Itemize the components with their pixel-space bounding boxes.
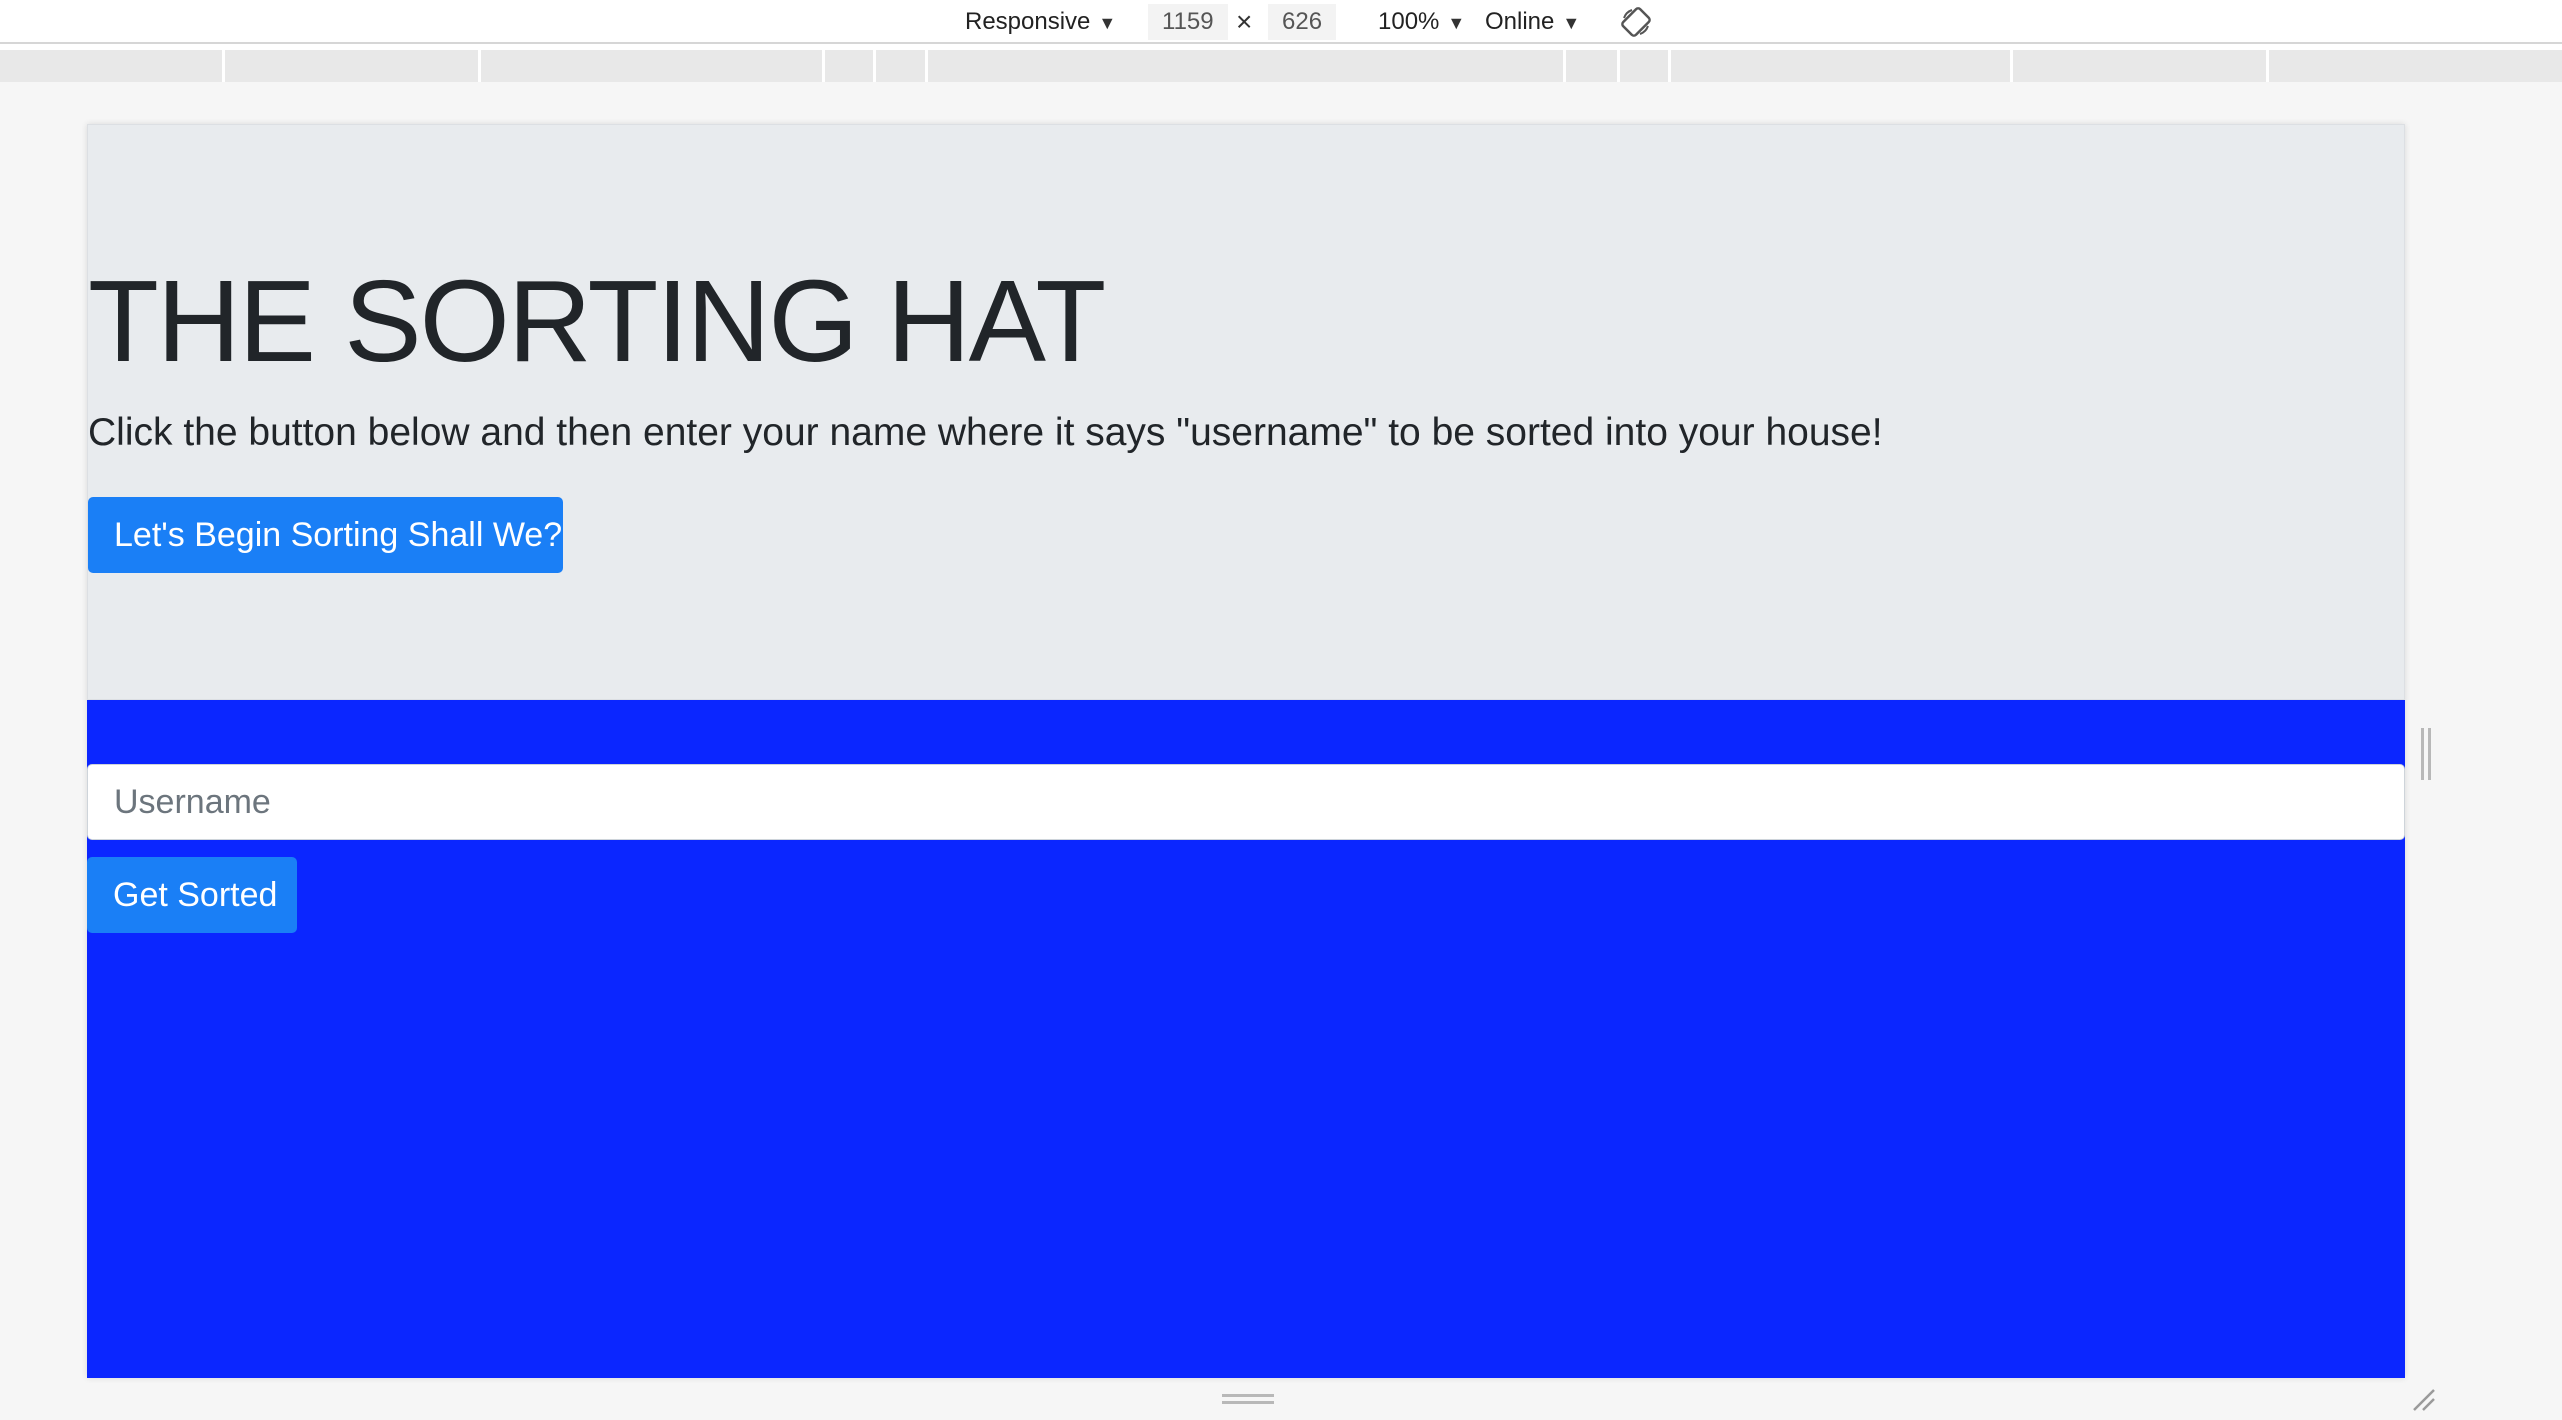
rotate-icon: [1621, 7, 1651, 37]
media-query-marker[interactable]: [1563, 50, 1566, 82]
height-input[interactable]: 626: [1268, 4, 1337, 40]
media-query-marker[interactable]: [925, 50, 928, 82]
bottom-resize-handle[interactable]: [1222, 1394, 1274, 1404]
device-mode-label: Responsive: [965, 8, 1091, 35]
lead-text: Click the button below and then enter yo…: [88, 411, 1883, 454]
media-query-marker[interactable]: [2010, 50, 2013, 82]
device-toolbar: Responsive ▼ 1159 × 626 100% ▼ Online ▼: [0, 0, 2562, 44]
page-title: THE SORTING HAT: [88, 256, 1106, 386]
media-query-marker[interactable]: [2266, 50, 2269, 82]
zoom-dropdown[interactable]: 100% ▼: [1378, 4, 1465, 40]
corner-resize-icon[interactable]: [2410, 1386, 2436, 1412]
media-query-marker[interactable]: [1668, 50, 1671, 82]
chevron-down-icon: ▼: [1098, 13, 1117, 33]
throttling-label: Online: [1485, 8, 1555, 35]
zoom-label: 100%: [1378, 8, 1440, 35]
begin-sorting-button[interactable]: Let's Begin Sorting Shall We?: [88, 497, 563, 573]
media-query-marker[interactable]: [822, 50, 825, 82]
media-query-marker[interactable]: [222, 50, 225, 82]
media-query-marker[interactable]: [1617, 50, 1620, 82]
chevron-down-icon: ▼: [1447, 13, 1466, 33]
rotate-button[interactable]: [1618, 4, 1654, 40]
width-input[interactable]: 1159: [1148, 4, 1228, 40]
emulated-viewport: THE SORTING HAT Click the button below a…: [87, 124, 2405, 1378]
get-sorted-button[interactable]: Get Sorted: [87, 857, 297, 933]
throttling-dropdown[interactable]: Online ▼: [1485, 4, 1580, 40]
jumbotron: THE SORTING HAT Click the button below a…: [87, 124, 2405, 700]
username-input[interactable]: [87, 764, 2405, 840]
media-query-marker[interactable]: [873, 50, 876, 82]
media-query-bar[interactable]: [0, 50, 2562, 82]
device-mode-dropdown[interactable]: Responsive ▼: [965, 4, 1116, 40]
media-query-marker[interactable]: [478, 50, 481, 82]
dimension-separator: ×: [1236, 6, 1253, 37]
side-resize-handle[interactable]: [2421, 728, 2431, 780]
chevron-down-icon: ▼: [1562, 13, 1581, 33]
